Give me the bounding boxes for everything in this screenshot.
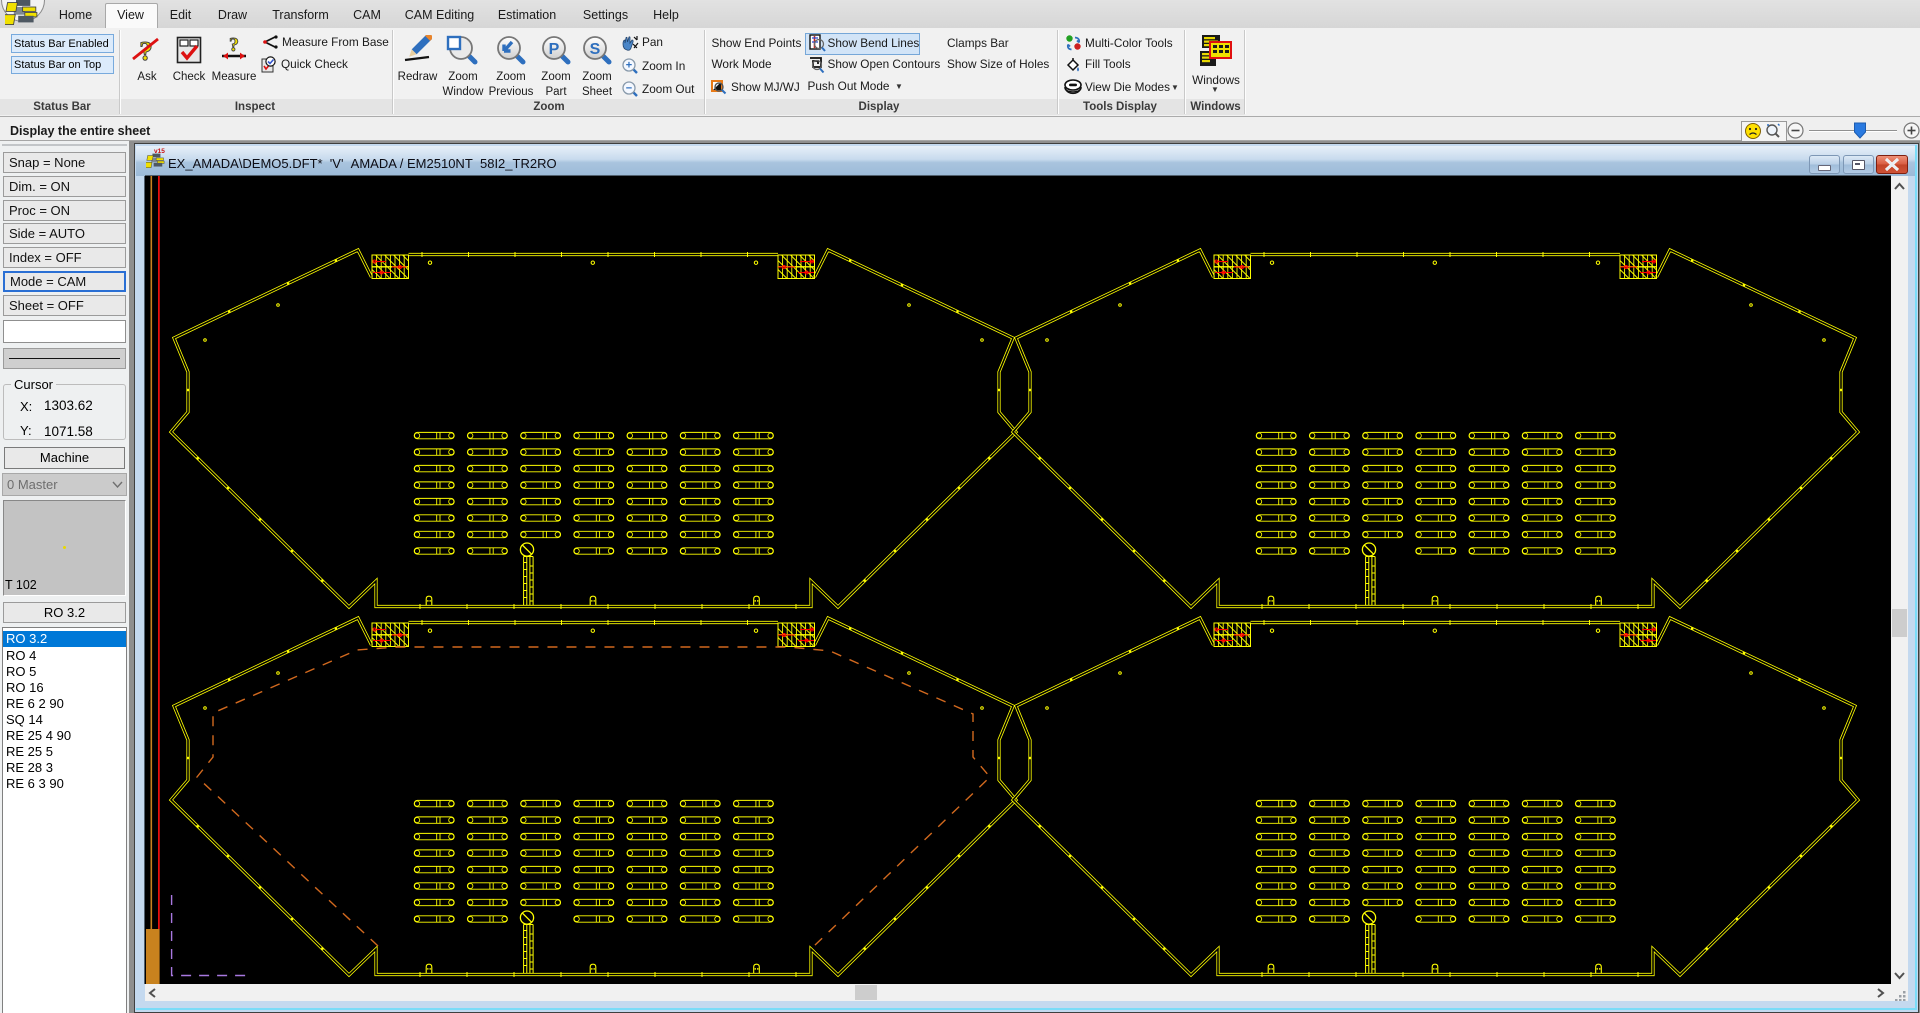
svg-text:+: + xyxy=(626,60,632,72)
svg-text:S: S xyxy=(590,41,601,58)
svg-text:?: ? xyxy=(139,36,153,65)
svg-text:?: ? xyxy=(229,36,239,56)
svg-text:−: − xyxy=(626,83,632,95)
svg-text:P: P xyxy=(549,41,560,58)
